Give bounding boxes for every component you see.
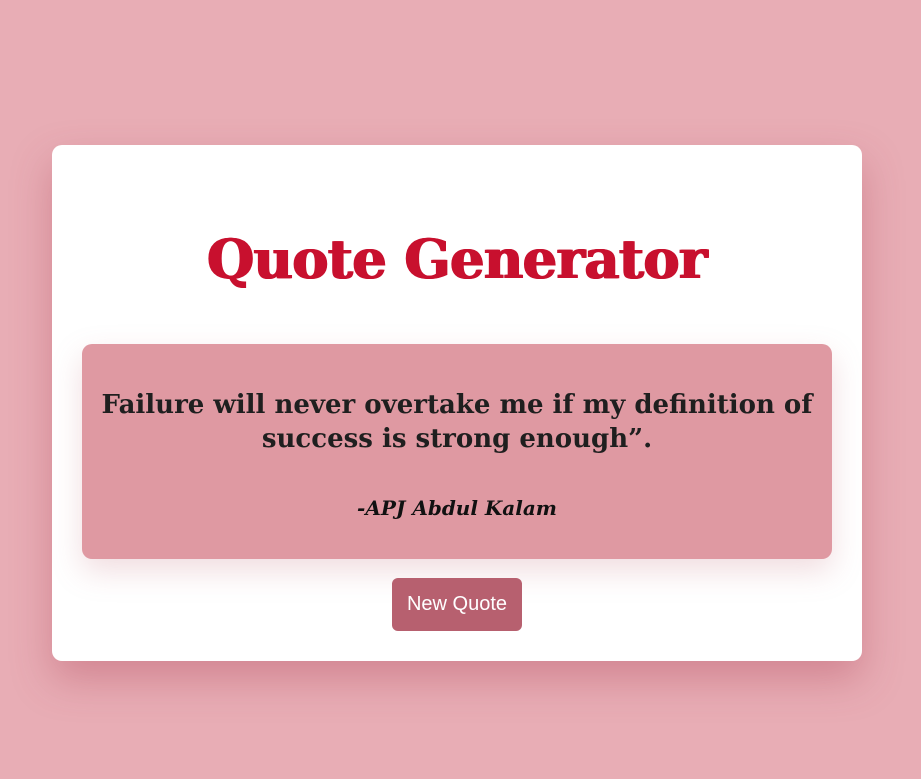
- new-quote-button[interactable]: New Quote: [392, 578, 522, 631]
- quote-box: Failure will never overtake me if my def…: [82, 344, 832, 559]
- quote-author: -APJ Abdul Kalam: [357, 496, 557, 520]
- quote-text: Failure will never overtake me if my def…: [101, 390, 813, 454]
- page-title: Quote Generator: [207, 227, 707, 291]
- quote-card: Quote Generator Failure will never overt…: [52, 145, 862, 661]
